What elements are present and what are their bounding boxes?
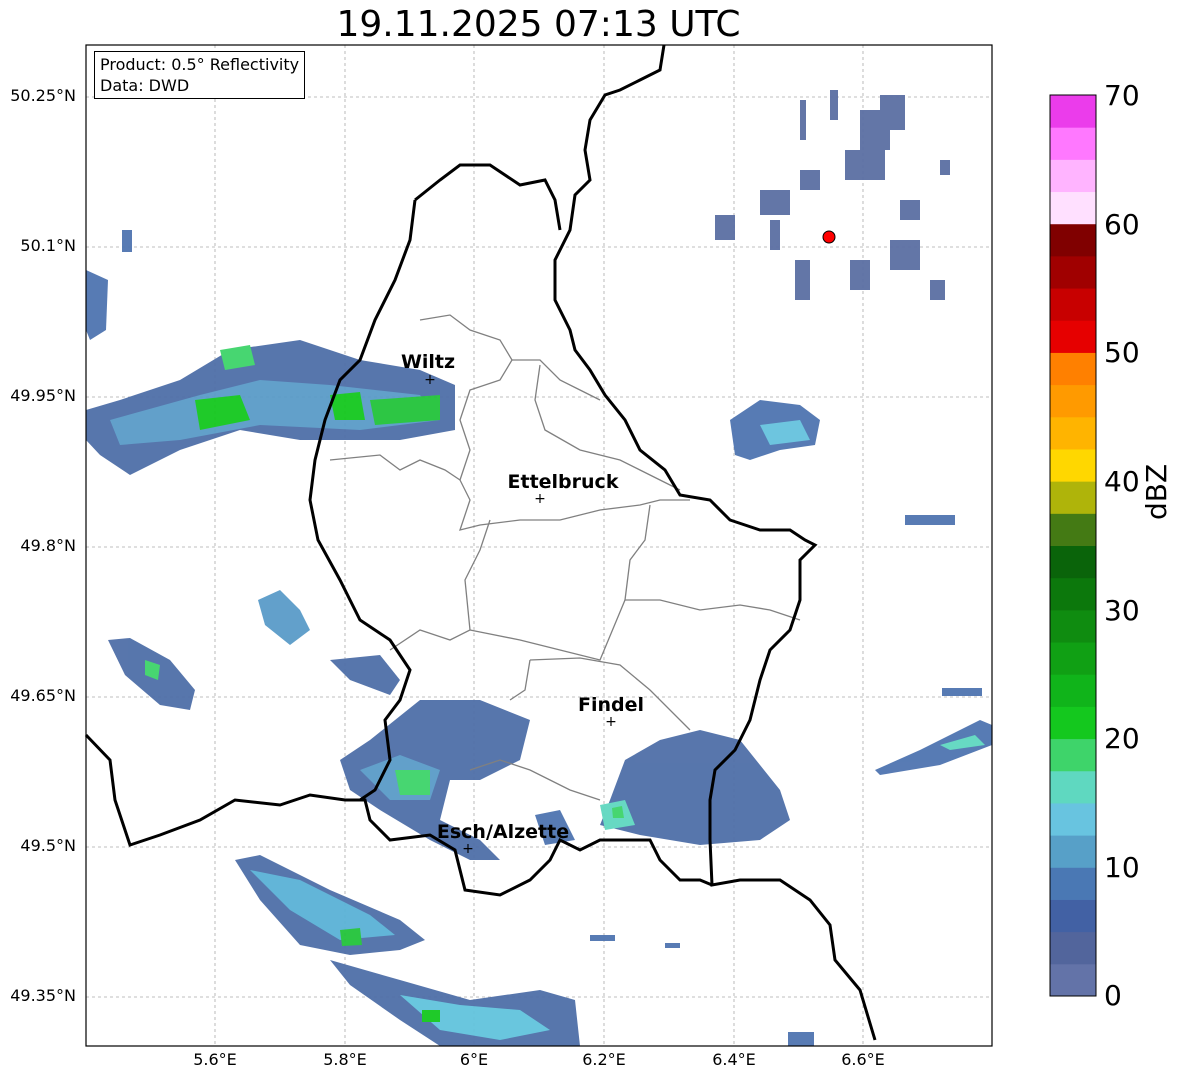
colorbar-segment (1050, 481, 1096, 514)
colorbar-segment (1050, 223, 1096, 257)
colorbar-segment (1050, 191, 1096, 225)
colorbar-tick: 0 (1104, 979, 1122, 1012)
colorbar-segment (1050, 802, 1096, 836)
colorbar-segment (1050, 255, 1096, 289)
colorbar-segment (1050, 738, 1096, 772)
colorbar-segments (1050, 95, 1096, 997)
colorbar-tick: 40 (1104, 465, 1140, 498)
colorbar-segment (1050, 545, 1096, 579)
colorbar-segment (1050, 674, 1096, 707)
colorbar-segment (1050, 416, 1096, 450)
colorbar-segment (1050, 931, 1096, 965)
colorbar-segment (1050, 95, 1096, 128)
colorbar-segment (1050, 320, 1096, 353)
colorbar-segment (1050, 288, 1096, 321)
colorbar-segment (1050, 448, 1096, 482)
colorbar-tick: 70 (1104, 79, 1140, 112)
colorbar-segment (1050, 770, 1096, 804)
colorbar-segment (1050, 835, 1096, 868)
colorbar-segment (1050, 706, 1096, 740)
colorbar-tick: 10 (1104, 851, 1140, 884)
colorbar-tick: 60 (1104, 208, 1140, 241)
colorbar-segment (1050, 609, 1096, 643)
colorbar (1049, 94, 1097, 997)
colorbar-segment (1050, 899, 1096, 933)
colorbar-segment (1050, 159, 1096, 193)
colorbar-segment (1050, 642, 1096, 675)
colorbar-segment (1050, 867, 1096, 900)
colorbar-segment (1050, 384, 1096, 418)
colorbar-segment (1050, 127, 1096, 160)
colorbar-tick: 30 (1104, 594, 1140, 627)
colorbar-tick: 20 (1104, 722, 1140, 755)
colorbar-segment (1050, 352, 1096, 386)
colorbar-segment (1050, 513, 1096, 546)
colorbar-tick: 50 (1104, 336, 1140, 369)
colorbar-segment (1050, 577, 1096, 611)
colorbar-segment (1050, 963, 1096, 997)
colorbar-label: dBZ (1140, 463, 1173, 520)
